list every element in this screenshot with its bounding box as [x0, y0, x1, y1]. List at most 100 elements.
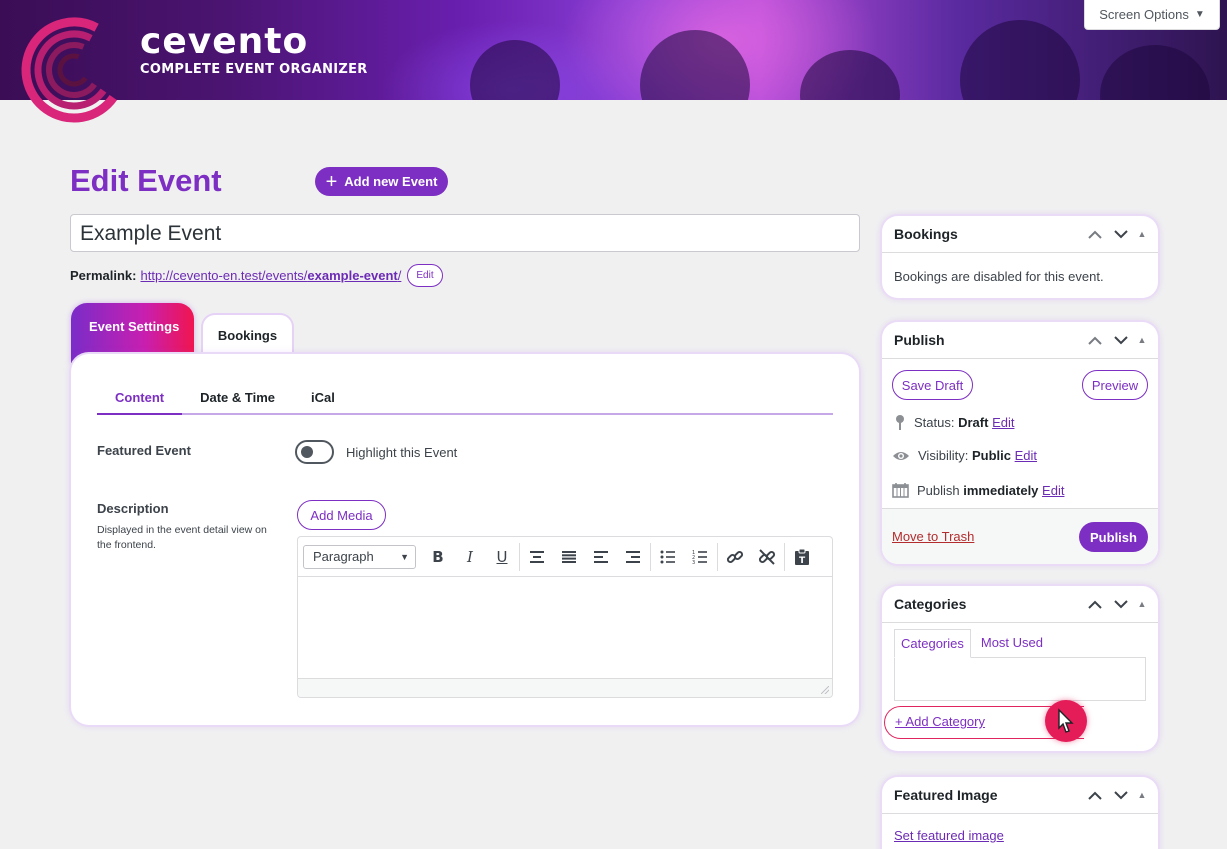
- collapse-toggle-icon[interactable]: ▲: [1134, 335, 1150, 345]
- align-justify-icon[interactable]: [553, 543, 585, 571]
- status-label: Status:: [914, 414, 955, 430]
- status-value: Draft: [958, 414, 989, 430]
- move-to-trash-link[interactable]: Move to Trash: [892, 529, 974, 544]
- page-title: Edit Event: [70, 163, 222, 198]
- resize-grip-icon[interactable]: [821, 686, 829, 694]
- add-media-button[interactable]: Add Media: [297, 500, 386, 530]
- italic-icon[interactable]: I: [454, 543, 486, 571]
- mouse-cursor-highlight: [1045, 700, 1087, 742]
- collapse-toggle-icon[interactable]: ▲: [1134, 599, 1150, 609]
- toolbar-divider: [650, 542, 651, 571]
- collapse-toggle-icon[interactable]: ▲: [1134, 229, 1150, 239]
- format-select-value: Paragraph: [313, 549, 374, 564]
- categories-metabox-title: Categories: [894, 596, 967, 612]
- subtab-content[interactable]: Content: [97, 387, 183, 415]
- align-right-icon[interactable]: [617, 543, 649, 571]
- banner-crowd-shape: [960, 20, 1080, 100]
- publish-metabox-title: Publish: [894, 332, 945, 348]
- featured-image-metabox-header: Featured Image ▲: [882, 777, 1158, 814]
- description-help-text: Displayed in the event detail view on th…: [97, 524, 267, 551]
- toggle-knob: [301, 446, 313, 458]
- cevento-logo-icon: [21, 17, 127, 123]
- toolbar-divider: [717, 542, 718, 571]
- editor-statusbar: [298, 678, 832, 697]
- move-up-icon[interactable]: [1082, 600, 1108, 609]
- content-subtabs: Content Date & Time iCal: [97, 387, 833, 415]
- plus-icon: +: [325, 170, 338, 193]
- permalink-edit-button[interactable]: Edit: [407, 264, 443, 287]
- status-edit-link[interactable]: Edit: [992, 415, 1014, 430]
- banner-crowd-shape: [1100, 45, 1210, 100]
- editor-content-area[interactable]: [298, 577, 832, 678]
- caret-down-icon: ▼: [400, 551, 409, 562]
- tab-most-used[interactable]: Most Used: [971, 629, 1049, 658]
- svg-text:T: T: [799, 556, 806, 566]
- move-down-icon[interactable]: [1108, 229, 1134, 239]
- mouse-pointer-icon: [1058, 708, 1074, 733]
- toolbar-divider: [519, 542, 520, 571]
- add-new-event-button[interactable]: + Add new Event: [315, 167, 448, 196]
- align-left-icon[interactable]: [585, 543, 617, 571]
- permalink-label: Permalink:: [70, 268, 137, 283]
- set-featured-image-link[interactable]: Set featured image: [894, 828, 1004, 843]
- visibility-label: Visibility:: [918, 448, 969, 463]
- publish-button[interactable]: Publish: [1079, 522, 1148, 552]
- align-center-icon[interactable]: [521, 543, 553, 571]
- bookings-metabox: Bookings ▲ Bookings are disabled for thi…: [882, 216, 1158, 298]
- brand-tagline: COMPLETE EVENT ORGANIZER: [140, 61, 368, 78]
- move-down-icon[interactable]: [1108, 335, 1134, 345]
- publish-metabox-header: Publish ▲: [882, 322, 1158, 359]
- featured-event-label: Featured Event: [97, 443, 191, 458]
- subtab-ical[interactable]: iCal: [293, 387, 353, 413]
- collapse-toggle-icon[interactable]: ▲: [1134, 790, 1150, 800]
- publish-value: immediately: [963, 482, 1039, 498]
- toolbar-divider: [784, 542, 785, 571]
- paste-text-icon[interactable]: T: [786, 543, 818, 571]
- tab-bookings[interactable]: Bookings: [201, 313, 294, 355]
- featured-event-toggle[interactable]: [295, 440, 334, 464]
- move-down-icon[interactable]: [1108, 599, 1134, 609]
- categories-metabox-header: Categories ▲: [882, 586, 1158, 623]
- featured-image-metabox: Featured Image ▲ Set featured image: [882, 777, 1158, 849]
- bullet-list-icon[interactable]: [652, 543, 684, 571]
- move-up-icon[interactable]: [1082, 791, 1108, 800]
- brand-name: cevento: [140, 21, 309, 62]
- publish-actions: Move to Trash Publish: [882, 508, 1158, 564]
- permalink: Permalink: http://cevento-en.test/events…: [70, 264, 443, 287]
- screen-options-button[interactable]: Screen Options ▼: [1084, 0, 1220, 30]
- move-up-icon[interactable]: [1082, 336, 1108, 345]
- move-up-icon[interactable]: [1082, 230, 1108, 239]
- categories-checklist: [894, 657, 1146, 701]
- visibility-value: Public: [971, 448, 1011, 463]
- save-draft-button[interactable]: Save Draft: [892, 370, 973, 400]
- caret-down-icon: ▼: [1194, 9, 1205, 20]
- unlink-icon[interactable]: [751, 543, 783, 571]
- featured-toggle-label: Highlight this Event: [346, 445, 458, 460]
- subtab-date-time[interactable]: Date & Time: [182, 387, 293, 413]
- move-down-icon[interactable]: [1108, 790, 1134, 800]
- tab-all-categories[interactable]: Categories: [894, 629, 971, 658]
- numbered-list-icon[interactable]: 123: [684, 543, 716, 571]
- bookings-disabled-text: Bookings are disabled for this event.: [894, 269, 1104, 284]
- preview-button[interactable]: Preview: [1082, 370, 1148, 400]
- format-select[interactable]: Paragraph ▼: [303, 544, 416, 569]
- publish-date-edit-link[interactable]: Edit: [1042, 483, 1064, 498]
- permalink-slug: example-event: [307, 268, 398, 283]
- insert-link-icon[interactable]: [719, 543, 751, 571]
- visibility-edit-link[interactable]: Edit: [1015, 448, 1037, 463]
- underline-icon[interactable]: U: [486, 543, 518, 571]
- pin-icon: [896, 415, 904, 430]
- featured-image-metabox-title: Featured Image: [894, 787, 998, 803]
- bookings-metabox-header: Bookings ▲: [882, 216, 1158, 253]
- bold-icon[interactable]: B: [422, 543, 454, 571]
- screen-options-label: Screen Options: [1099, 7, 1189, 22]
- eye-icon: [893, 451, 909, 460]
- event-title-input[interactable]: Example Event: [70, 214, 860, 252]
- permalink-link[interactable]: http://cevento-en.test/events/example-ev…: [140, 268, 401, 283]
- visibility-row: Visibility: Public Edit: [892, 448, 1037, 463]
- bookings-metabox-title: Bookings: [894, 226, 958, 242]
- description-editor: Paragraph ▼ B I U 123 T: [297, 536, 833, 698]
- categories-tabs: Categories Most Used: [894, 629, 1049, 658]
- publish-label: Publish: [917, 482, 960, 498]
- publish-metabox: Publish ▲ Save Draft Preview Status: Dra…: [882, 322, 1158, 564]
